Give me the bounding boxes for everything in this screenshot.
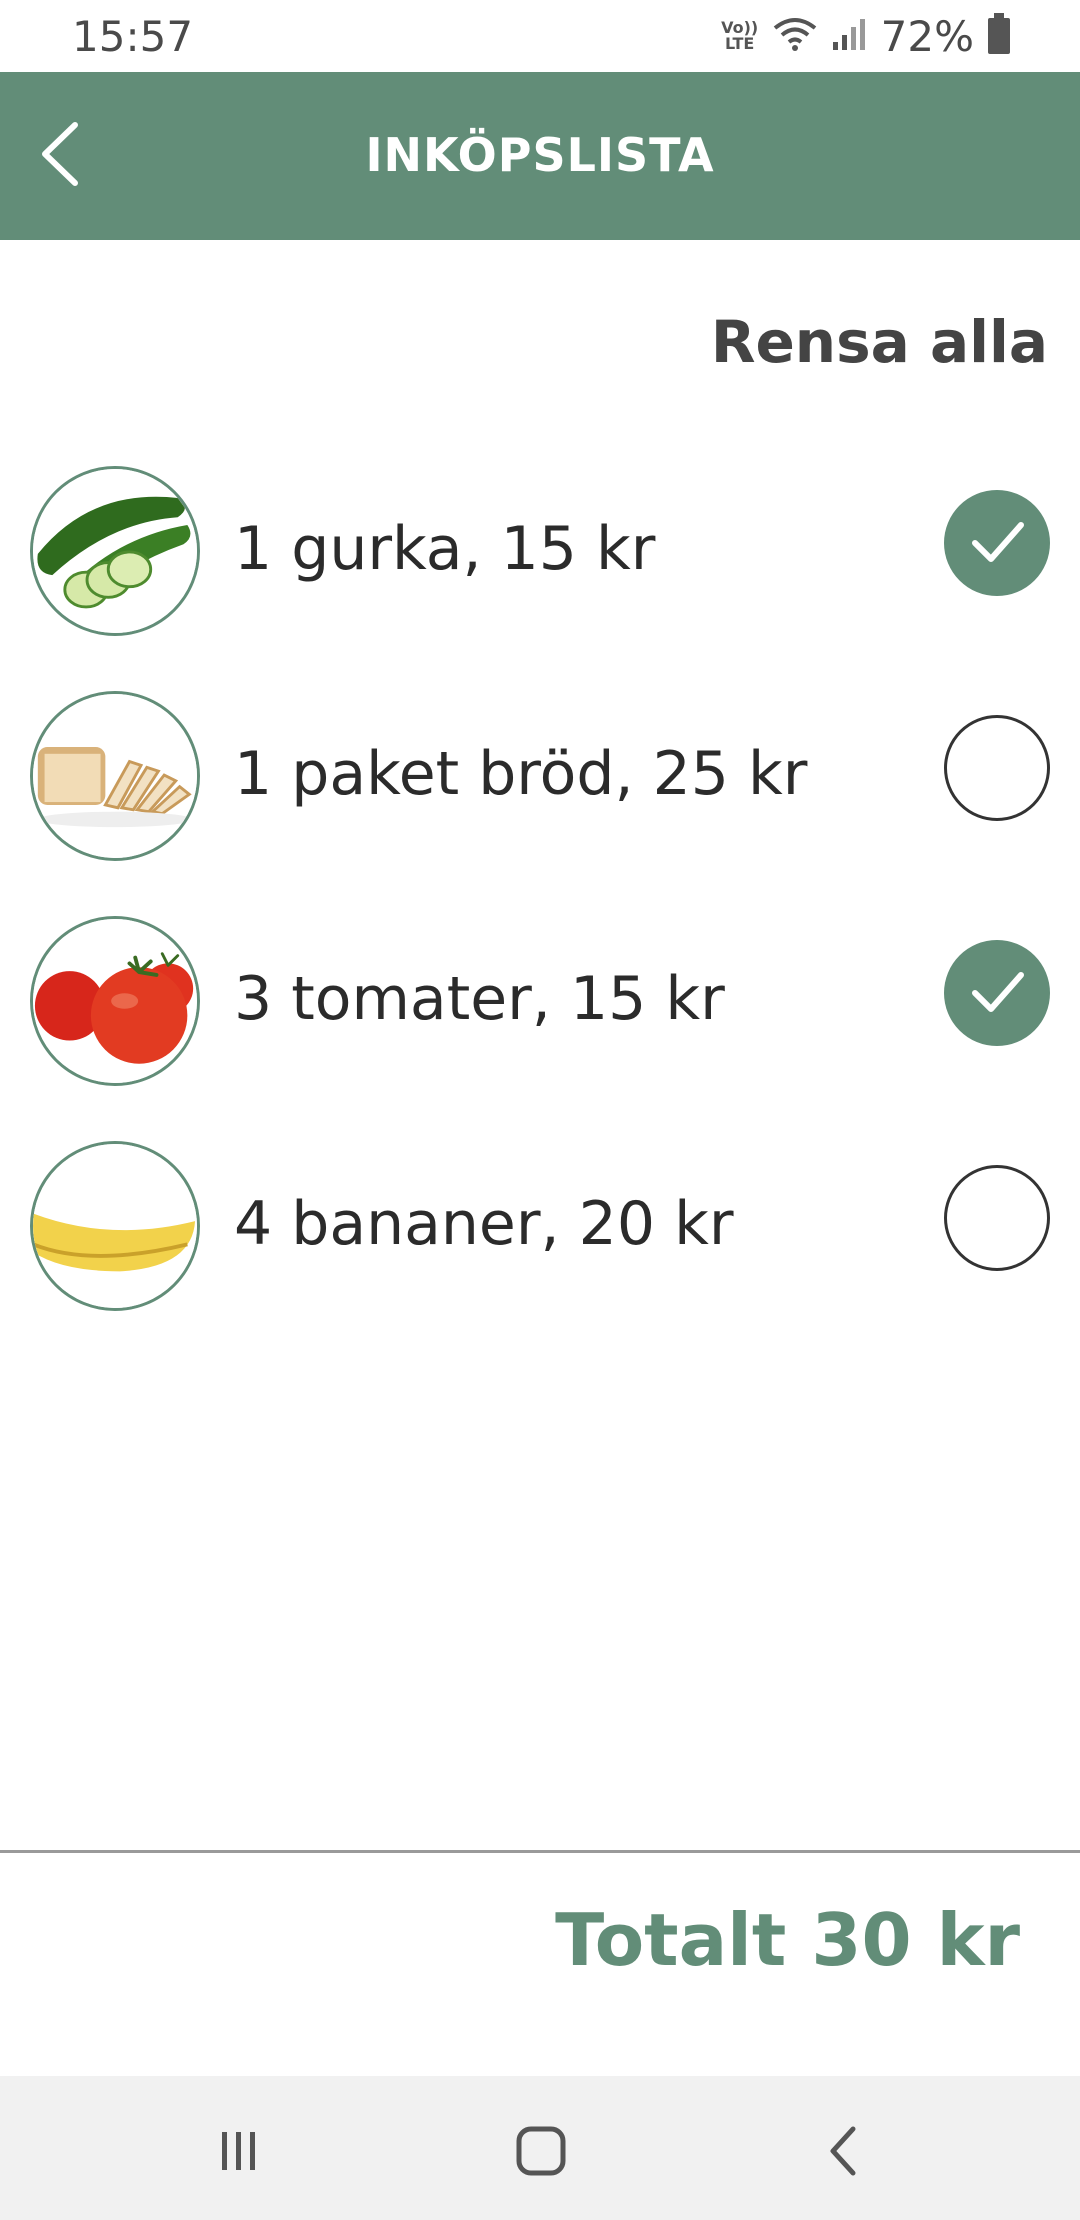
back-icon — [830, 2126, 856, 2176]
item-label: 4 bananer, 20 kr — [234, 1189, 734, 1259]
checkmark-icon — [972, 972, 1024, 1012]
battery-icon — [988, 13, 1010, 54]
recent-apps-button[interactable] — [204, 2116, 274, 2186]
tomatoes-image — [30, 916, 200, 1086]
clear-all-button[interactable]: Rensa alla — [711, 308, 1048, 376]
checkmark-icon — [972, 522, 1024, 562]
status-icons: Vo)) LTE 72% — [721, 10, 1010, 62]
list-item: 1 gurka, 15 kr — [0, 460, 1080, 660]
item-label: 1 paket bröd, 25 kr — [234, 739, 808, 809]
divider — [0, 1850, 1080, 1853]
item-label: 3 tomater, 15 kr — [234, 964, 725, 1034]
recent-apps-icon — [222, 2132, 255, 2170]
battery-percent: 72% — [880, 11, 974, 61]
bread-image — [30, 691, 200, 861]
list-item: 1 paket bröd, 25 kr — [0, 685, 1080, 885]
signal-icon — [831, 16, 867, 56]
home-icon — [516, 2126, 566, 2176]
system-nav-bar — [0, 2076, 1080, 2220]
cucumber-image — [30, 466, 200, 636]
volte-icon: Vo)) LTE — [721, 18, 759, 53]
status-time: 15:57 — [72, 12, 194, 61]
item-checkbox[interactable] — [944, 940, 1050, 1046]
total-price: Totalt 30 kr — [555, 1898, 1020, 1982]
home-button[interactable] — [506, 2116, 576, 2186]
page-title: INKÖPSLISTA — [365, 128, 715, 182]
list-item: 4 bananer, 20 kr — [0, 1135, 1080, 1335]
item-label: 1 gurka, 15 kr — [234, 514, 656, 584]
app-bar: INKÖPSLISTA — [0, 72, 1080, 240]
status-bar: 15:57 Vo)) LTE 72% — [0, 0, 1080, 72]
nav-back-button[interactable] — [808, 2116, 878, 2186]
item-checkbox[interactable] — [944, 1165, 1050, 1271]
list-item: 3 tomater, 15 kr — [0, 910, 1080, 1110]
item-checkbox[interactable] — [944, 490, 1050, 596]
item-checkbox[interactable] — [944, 715, 1050, 821]
wifi-icon — [773, 16, 817, 56]
banana-image — [30, 1141, 200, 1311]
